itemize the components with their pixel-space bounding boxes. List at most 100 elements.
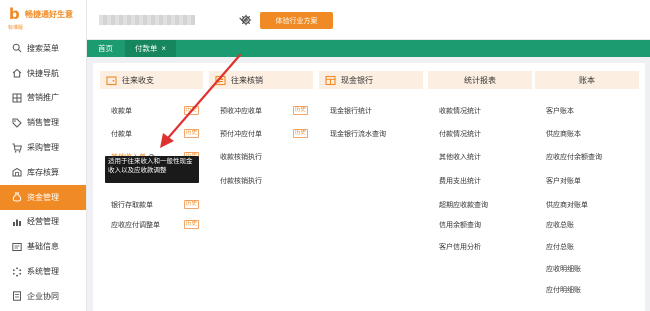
menu-item-ap-detail[interactable]: 应付明细账 (546, 285, 581, 295)
sidebar-item-label: 销售管理 (27, 118, 59, 128)
menu-item-label: 收款单 (111, 108, 132, 115)
menu-item-payment[interactable]: 付款单 (111, 129, 132, 139)
menu-item-expense-stats[interactable]: 费用支出统计 (439, 176, 481, 186)
transfer-icon (215, 75, 226, 85)
history-tag[interactable]: 历史 (293, 129, 309, 138)
sidebar-item-marketing[interactable]: 营销推广 (0, 86, 86, 111)
document-icon (11, 291, 22, 302)
sidebar-item-label: 库存核算 (27, 167, 59, 177)
company-selector[interactable] (99, 13, 249, 27)
industry-plan-button[interactable]: 体验行业方案 (260, 12, 333, 29)
bank-icon (325, 75, 336, 85)
column-ledger: 账本 客户账本 供应商账本 应收应付余额查询 客户对账单 供应商对账单 应收总账… (535, 71, 639, 294)
history-tag[interactable]: 历史 (184, 106, 200, 115)
menu-item-receipt-stats[interactable]: 收款情况统计 (439, 106, 481, 116)
warehouse-icon (11, 167, 22, 178)
menu-item-ar-ap-balance[interactable]: 应收应付余额查询 (546, 152, 602, 162)
menu-item-label: 收款核销执行 (220, 154, 262, 161)
tag-icon (11, 117, 22, 128)
menu-item-credit-balance[interactable]: 信用余额查询 (439, 220, 481, 230)
menu-item-ar-detail[interactable]: 应收明细账 (546, 264, 581, 274)
close-icon[interactable]: × (161, 44, 166, 53)
history-tag[interactable]: 历史 (184, 129, 200, 138)
history-tag[interactable]: 历史 (184, 220, 200, 229)
column-title: 往来核销 (231, 75, 263, 85)
chart-icon (11, 216, 22, 227)
tab-home[interactable]: 首页 (98, 40, 113, 57)
menu-item-label: 超期应收款查询 (439, 202, 488, 209)
menu-item-label: 付款单 (111, 131, 132, 138)
tab-payment-order[interactable]: 付款单 × (125, 40, 176, 57)
sidebar-item-search-menu[interactable]: 搜索菜单 (0, 36, 86, 61)
sidebar-item-quick-nav[interactable]: 快捷导航 (0, 61, 86, 86)
menu-item-label: 付款核销执行 (220, 178, 262, 185)
sidebar-item-label: 企业协同 (27, 291, 59, 301)
sidebar-item-label: 采购管理 (27, 143, 59, 153)
wallet-icon (106, 75, 117, 85)
tooltip-line: 收入以及应收款调整 (108, 167, 167, 174)
grid-icon (11, 92, 22, 103)
menu-item-label: 客户账本 (546, 108, 574, 115)
sidebar-item-label: 基础信息 (27, 242, 59, 252)
menu-item-label: 收款情况统计 (439, 108, 481, 115)
menu-item-label: 其他收入统计 (439, 154, 481, 161)
history-tag[interactable]: 历史 (293, 106, 309, 115)
menu-item-label: 银行存取款单 (111, 202, 153, 209)
home-icon (11, 68, 22, 79)
menu-item-customer-statement[interactable]: 客户对账单 (546, 176, 581, 186)
menu-item-other-income-stats[interactable]: 其他收入统计 (439, 152, 481, 162)
sidebar-item-inventory[interactable]: 库存核算 (0, 160, 86, 185)
menu-item-payment-writeoff[interactable]: 付款核销执行 (220, 176, 262, 186)
history-tag[interactable]: 历史 (184, 200, 200, 209)
search-icon (11, 43, 22, 54)
sidebar: b 畅捷通好生意 标准版 搜索菜单 快捷导航 营销推广 销售管理 采购管理 库存… (0, 0, 87, 311)
column-write-off: 往来核销 预收冲应收单 历史 预付冲应付单 历史 收款核销执行 付款核销执行 (209, 71, 313, 185)
menu-item-payment-stats[interactable]: 付款情况统计 (439, 129, 481, 139)
sidebar-item-label: 资金管理 (27, 192, 59, 202)
spinner-icon (11, 266, 22, 277)
menu-item-ar-ap-adjust[interactable]: 应收应付调整单 (111, 220, 160, 230)
menu-item-prepay-offset[interactable]: 预付冲应付单 (220, 129, 262, 139)
menu-item-supplier-statement[interactable]: 供应商对账单 (546, 200, 588, 210)
menu-item-ap-general[interactable]: 应付总账 (546, 242, 574, 252)
menu-item-prereceipt-offset[interactable]: 预收冲应收单 (220, 106, 262, 116)
sidebar-item-collaboration[interactable]: 企业协同 (0, 284, 86, 309)
menu-item-ar-general[interactable]: 应收总账 (546, 220, 574, 230)
menu-item-overdue-receivable[interactable]: 超期应收款查询 (439, 200, 488, 210)
menu-item-label: 供应商账本 (546, 131, 581, 138)
menu-item-customer-ledger[interactable]: 客户账本 (546, 106, 574, 116)
menu-item-bank-deposit[interactable]: 银行存取款单 (111, 200, 153, 210)
tooltip-line: 适用于往来收入和一般性现金 (108, 158, 193, 165)
top-bar: 体验行业方案 (87, 0, 650, 40)
menu-item-credit-analysis[interactable]: 客户信用分析 (439, 242, 481, 252)
menu-item-label: 预收冲应收单 (220, 108, 262, 115)
menu-item-label: 应收总账 (546, 222, 574, 229)
column-title: 账本 (579, 75, 595, 85)
gear-icon[interactable] (240, 14, 252, 26)
menu-item-receipt-writeoff[interactable]: 收款核销执行 (220, 152, 262, 162)
column-header: 往来核销 (209, 71, 313, 89)
menu-item-label: 供应商对账单 (546, 202, 588, 209)
cart-icon (11, 142, 22, 153)
sidebar-item-sales[interactable]: 销售管理 (0, 110, 86, 135)
sidebar-item-label: 搜索菜单 (27, 43, 59, 53)
sidebar-item-system[interactable]: 系统管理 (0, 259, 86, 284)
menu-item-label: 应收应付调整单 (111, 222, 160, 229)
sidebar-item-business[interactable]: 经营管理 (0, 210, 86, 235)
menu-item-label: 预付冲应付单 (220, 131, 262, 138)
menu-item-supplier-ledger[interactable]: 供应商账本 (546, 129, 581, 139)
sidebar-item-purchase[interactable]: 采购管理 (0, 135, 86, 160)
menu-item-receipt[interactable]: 收款单 (111, 106, 132, 116)
tab-bar: 首页 付款单 × (87, 40, 650, 57)
logo-icon: b (9, 5, 20, 23)
column-title: 往来收支 (122, 75, 154, 85)
menu-item-cash-bank-stats[interactable]: 现金银行统计 (330, 106, 372, 116)
menu-item-cash-bank-flow[interactable]: 现金银行流水查询 (330, 129, 386, 139)
sidebar-item-basic-info[interactable]: 基础信息 (0, 234, 86, 259)
column-ar-ap: 往来收支 收款单 历史 付款单 历史 其他收入单? 历史 银行存取款单 历史 应… (100, 71, 203, 229)
column-header: 往来收支 (100, 71, 203, 89)
sidebar-item-funds[interactable]: 资金管理 (0, 184, 86, 210)
funds-menu-panel: 往来收支 收款单 历史 付款单 历史 其他收入单? 历史 银行存取款单 历史 应… (93, 63, 645, 311)
menu-item-label: 客户对账单 (546, 178, 581, 185)
column-header: 账本 (535, 71, 639, 89)
